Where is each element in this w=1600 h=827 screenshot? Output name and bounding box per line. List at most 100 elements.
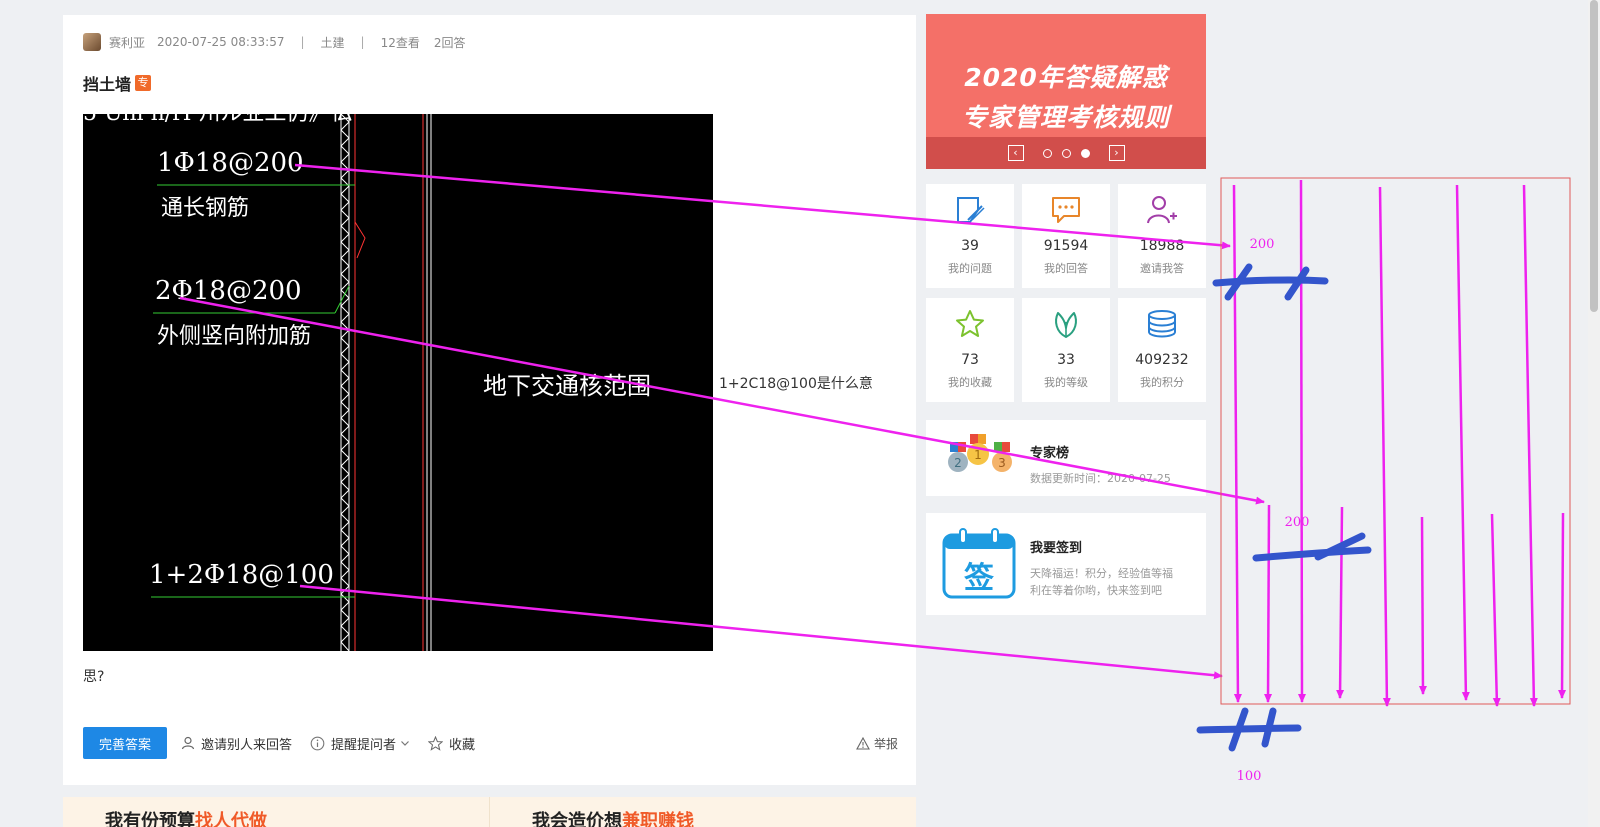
remind-button[interactable]: 提醒提问者 — [310, 734, 410, 753]
zone-label: 地下交通核范围 — [483, 372, 651, 400]
stat-label: 邀请我答 — [1140, 262, 1184, 275]
star-outline-icon — [428, 735, 444, 751]
complete-answer-button[interactable]: 完善答案 — [83, 727, 168, 759]
promo-text: 我有份预算 — [105, 811, 195, 827]
stat-label: 我的积分 — [1140, 376, 1184, 389]
remind-label: 提醒提问者 — [331, 737, 397, 753]
stat-number: 73 — [961, 352, 979, 368]
stat-my-favorites[interactable]: 73 我的收藏 — [926, 298, 1014, 402]
promo-banner-parttime[interactable]: 我会造价想兼职赚钱 — [490, 797, 916, 827]
expert-rules-banner[interactable]: 2020年答疑解惑 专家管理考核规则 ‹ › — [926, 14, 1206, 169]
calendar-sign-icon: 签 — [942, 527, 1016, 599]
carousel-dot[interactable] — [1061, 148, 1071, 158]
chat-bubble-icon — [1052, 197, 1080, 223]
stat-my-level[interactable]: 33 我的等级 — [1022, 298, 1110, 402]
carousel-controls: ‹ › — [926, 137, 1206, 169]
sign-in-panel[interactable]: 签 我要签到 天降福运！积分，经验值等福 利在等着你哟，快来签到吧 — [926, 513, 1206, 615]
stat-label: 我的等级 — [1044, 376, 1088, 389]
annotation-arrow — [1336, 506, 1345, 699]
stat-my-questions[interactable]: 39 我的问题 — [926, 184, 1014, 288]
stat-number: 409232 — [1135, 352, 1189, 368]
page-scrollbar[interactable] — [1588, 0, 1600, 827]
expert-ranking-updated: 数据更新时间：2020-07-25 — [1030, 472, 1171, 485]
report-button[interactable]: 举报 — [856, 735, 898, 752]
annotation-wall-outline — [1220, 177, 1571, 705]
rebar-label-1: 1Φ18@200 — [157, 148, 304, 178]
stat-number: 91594 — [1043, 238, 1089, 254]
stat-number: 18988 — [1139, 238, 1185, 254]
leaf-icon — [1055, 312, 1077, 338]
chevron-down-icon — [401, 741, 409, 746]
invite-button[interactable]: 邀请别人来回答 — [181, 734, 292, 753]
separator: | — [300, 35, 305, 49]
star-icon — [956, 310, 984, 337]
banner-line-2: 专家管理考核规则 — [961, 103, 1170, 132]
warning-icon — [856, 736, 870, 750]
question-text-part2: 思? — [83, 669, 105, 685]
annotation-dim-mid: 200 — [1285, 515, 1310, 530]
stat-number: 33 — [1057, 352, 1075, 368]
stat-label: 我的问题 — [948, 262, 992, 275]
medals-icon: 2 1 3 — [948, 434, 1012, 472]
carousel-dot[interactable] — [1042, 148, 1052, 158]
expert-ranking-title: 专家榜 — [1030, 446, 1070, 461]
stat-my-points[interactable]: 409232 我的积分 — [1118, 298, 1206, 402]
stat-label: 我的回答 — [1044, 262, 1088, 275]
category-link[interactable]: 土建 — [321, 34, 345, 51]
annotation-dim-top: 200 — [1250, 237, 1275, 252]
banner-line-1: 2020年答疑解惑 — [964, 63, 1168, 92]
separator: | — [360, 35, 365, 49]
svg-text:3: 3 — [998, 456, 1006, 470]
favorite-label: 收藏 — [449, 737, 476, 753]
carousel-prev-button[interactable]: ‹ — [1007, 145, 1024, 161]
invite-label: 邀请别人来回答 — [201, 737, 293, 753]
carousel-next-button[interactable]: › — [1108, 145, 1125, 161]
author-name[interactable]: 赛利亚 — [109, 34, 145, 51]
question-card: 赛利亚 2020-07-25 08:33:57 | 土建 | 12查看 2回答 … — [63, 15, 916, 785]
sign-in-desc-2: 利在等着你哟，快来签到吧 — [1030, 584, 1162, 597]
stat-number: 39 — [961, 238, 979, 254]
scrollbar-thumb[interactable] — [1590, 0, 1598, 312]
annotation-arrow — [1264, 504, 1273, 703]
bottom-promo-banners: 我有份预算找人代做 我会造价想兼职赚钱 — [63, 797, 916, 827]
question-text-part1: 1+2C18@100是什么意 — [719, 376, 873, 392]
sign-icon-text: 签 — [964, 561, 994, 596]
annotation-scribble — [1196, 263, 1372, 752]
cad-drawing-image[interactable]: 5 Ulil n/rI 州ル业工仍》仏 1Φ18@200 通长钢筋 2Φ18@2… — [83, 114, 713, 651]
promo-banner-budget[interactable]: 我有份预算找人代做 — [63, 797, 490, 827]
expert-badge: 专 — [135, 75, 152, 91]
stat-invited[interactable]: 18988 邀请我答 — [1118, 184, 1206, 288]
annotation-arrow — [1297, 179, 1306, 703]
favorite-button[interactable]: 收藏 — [428, 734, 475, 753]
answer-count: 2回答 — [433, 35, 466, 50]
annotation-arrow — [1490, 513, 1501, 707]
promo-highlight: 兼职赚钱 — [622, 811, 694, 827]
avatar[interactable] — [83, 33, 101, 51]
annotation-arrow — [1455, 184, 1470, 701]
svg-text:1: 1 — [974, 448, 982, 462]
annotation-dim-bottom: 100 — [1237, 769, 1262, 784]
view-count: 12查看 — [380, 35, 420, 50]
annotation-arrow — [1558, 512, 1567, 699]
add-user-icon — [1147, 196, 1177, 224]
expert-ranking-panel[interactable]: 2 1 3 专家榜 数据更新时间：2020-07-25 — [926, 420, 1206, 496]
rebar-desc-2: 外侧竖向附加筋 — [157, 324, 312, 349]
stat-label: 我的收藏 — [948, 376, 992, 389]
annotation-arrow — [1232, 184, 1242, 703]
question-meta: 赛利亚 2020-07-25 08:33:57 | 土建 | 12查看 2回答 — [83, 33, 466, 51]
user-icon — [181, 736, 195, 750]
edit-note-icon — [957, 197, 985, 223]
annotation-arrow — [1522, 184, 1538, 707]
post-date: 2020-07-25 08:33:57 — [157, 35, 285, 49]
question-title-text: 挡土墙 — [83, 75, 132, 94]
annotation-arrow — [1378, 186, 1391, 707]
promo-text: 我会造价想 — [532, 811, 622, 827]
svg-text:2: 2 — [954, 456, 962, 470]
report-label: 举报 — [873, 736, 898, 751]
info-icon — [310, 736, 325, 750]
answer-actions: 完善答案 邀请别人来回答 提醒提问者 收藏 举报 — [83, 727, 898, 759]
promo-highlight: 找人代做 — [195, 811, 267, 827]
stat-my-answers[interactable]: 91594 我的回答 — [1022, 184, 1110, 288]
carousel-dot-active[interactable] — [1080, 148, 1090, 158]
sign-in-title: 我要签到 — [1030, 541, 1083, 556]
